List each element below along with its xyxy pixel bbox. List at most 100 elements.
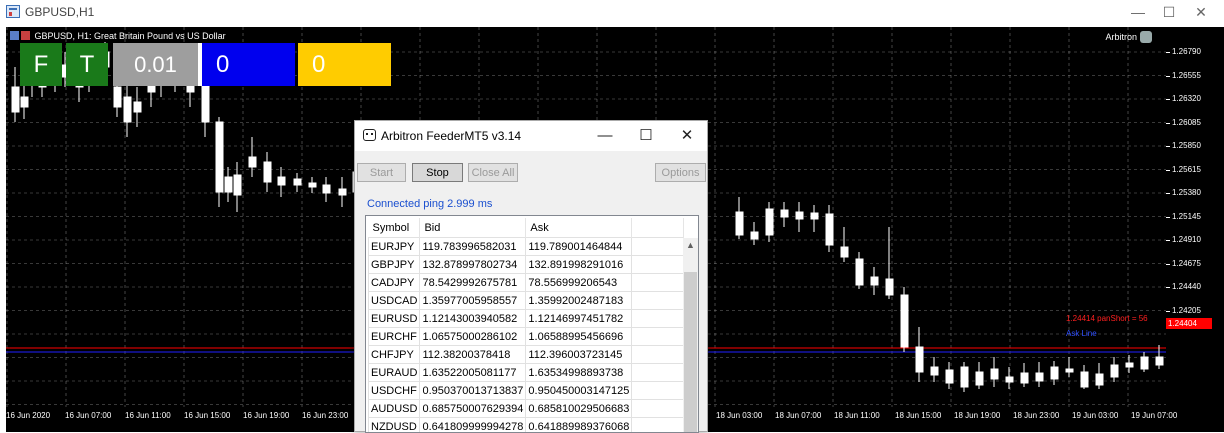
cell-bid: 112.38200378418	[420, 346, 526, 364]
scroll-up-icon[interactable]: ▲	[686, 240, 695, 250]
table-row[interactable]: USDCAD1.359770059585571.35992002487183	[369, 292, 684, 310]
candle-body	[1066, 369, 1073, 372]
column-header-ask[interactable]: Ask	[526, 218, 632, 238]
candle-body	[216, 122, 223, 192]
robot-icon	[363, 129, 376, 141]
time-label: 18 Jun 07:00	[775, 411, 821, 420]
time-label: 18 Jun 11:00	[834, 411, 880, 420]
cell-ask: 1.35992002487183	[526, 292, 632, 310]
cell-ask: 119.789001464844	[526, 238, 632, 256]
time-label: 19 Jun 03:00	[1072, 411, 1118, 420]
price-label: 1.26085	[1172, 118, 1201, 127]
cell-ask: 78.556999206543	[526, 274, 632, 292]
candle-body	[886, 279, 893, 295]
feeder-dialog[interactable]: Arbitron FeederMT5 v3.14 — ☐ ✕ Start Sto…	[354, 120, 708, 432]
table-scrollbar[interactable]: ▲	[683, 238, 698, 433]
candle-body	[976, 372, 983, 385]
candle-body	[1021, 373, 1028, 383]
time-label: 18 Jun 15:00	[895, 411, 941, 420]
cell-empty	[632, 274, 684, 292]
cell-symbol: EURUSD	[369, 310, 420, 328]
cell-empty	[632, 292, 684, 310]
blue-line-label: Ask Line	[1066, 329, 1097, 338]
time-label: 16 Jun 2020	[6, 411, 50, 420]
table-row[interactable]: EURCHF1.065750002861021.06588995456696	[369, 328, 684, 346]
stop-button[interactable]: Stop	[412, 163, 463, 182]
candle-body	[856, 259, 863, 285]
candle-body	[339, 189, 346, 195]
expert-advisor-label[interactable]: Arbitron	[1105, 31, 1152, 43]
dialog-close-button[interactable]: ✕	[677, 126, 697, 146]
price-tick	[1166, 99, 1170, 100]
table-row[interactable]: EURJPY119.783996582031119.789001464844	[369, 238, 684, 256]
cell-ask: 132.891998291016	[526, 256, 632, 274]
cell-empty	[632, 382, 684, 400]
cell-symbol: EURJPY	[369, 238, 420, 256]
blue-counter[interactable]: 0	[202, 43, 295, 86]
candle-body	[134, 102, 141, 112]
yellow-counter[interactable]: 0	[298, 43, 391, 86]
table-row[interactable]: EURUSD1.121430039405821.12146997451782	[369, 310, 684, 328]
cell-ask: 1.63534998893738	[526, 364, 632, 382]
chart-symbol-description: GBPUSD, H1: Great Britain Pound vs US Do…	[35, 31, 226, 41]
price-tick	[1166, 76, 1170, 77]
table-row[interactable]: CHFJPY112.38200378418112.396003723145	[369, 346, 684, 364]
table-row[interactable]: AUDUSD0.6857500076293940.685810029506683	[369, 400, 684, 418]
price-label: 1.24910	[1172, 235, 1201, 244]
column-header-symbol[interactable]: Symbol	[369, 218, 420, 238]
cell-empty	[632, 256, 684, 274]
cell-symbol: USDCHF	[369, 382, 420, 400]
candle-body	[736, 212, 743, 235]
price-tick	[1166, 170, 1170, 171]
candle-body	[1036, 373, 1043, 381]
time-label: 16 Jun 15:00	[184, 411, 230, 420]
window-title: GBPUSD,H1	[25, 5, 94, 19]
close-button[interactable]: ✕	[1189, 3, 1213, 21]
window-titlebar: GBPUSD,H1 — ☐ ✕	[0, 0, 1224, 25]
candle-body	[931, 367, 938, 375]
table-row[interactable]: CADJPY78.542999267578178.556999206543	[369, 274, 684, 292]
dialog-minimize-button[interactable]: —	[595, 126, 615, 146]
candle-body	[294, 179, 301, 185]
t-button[interactable]: T	[66, 43, 108, 86]
candle-body	[781, 210, 788, 217]
candle-body	[1081, 372, 1088, 387]
minimize-button[interactable]: —	[1126, 3, 1150, 21]
candle-body	[991, 369, 998, 379]
table-row[interactable]: USDCHF0.9503700137138370.950450003147125	[369, 382, 684, 400]
candle-body	[225, 177, 232, 192]
cell-symbol: EURCHF	[369, 328, 420, 346]
price-label: 1.26555	[1172, 71, 1201, 80]
cell-bid: 1.35977005958557	[420, 292, 526, 310]
quotes-table[interactable]: Symbol Bid Ask EURJPY119.783996582031119…	[365, 215, 699, 433]
cell-empty	[632, 364, 684, 382]
candle-body	[264, 162, 271, 182]
cell-empty	[632, 418, 684, 433]
table-row[interactable]: NZDUSD0.6418099999942780.641889989376068	[369, 418, 684, 433]
lot-size-field[interactable]: 0.01	[113, 43, 198, 86]
chart-menu-icon[interactable]	[10, 31, 19, 40]
column-header-bid[interactable]: Bid	[420, 218, 526, 238]
scrollbar-thumb[interactable]	[684, 272, 697, 433]
close-all-button[interactable]: Close All	[468, 163, 518, 182]
maximize-button[interactable]: ☐	[1157, 3, 1181, 21]
cell-bid: 0.950370013713837	[420, 382, 526, 400]
candle-body	[124, 97, 131, 122]
robot-icon	[1140, 31, 1152, 43]
cell-ask: 1.06588995456696	[526, 328, 632, 346]
dialog-titlebar[interactable]: Arbitron FeederMT5 v3.14 — ☐ ✕	[355, 121, 707, 151]
price-axis[interactable]: 1.267901.265551.263201.260851.258501.256…	[1166, 27, 1224, 432]
chart-info: GBPUSD, H1: Great Britain Pound vs US Do…	[10, 31, 226, 43]
cell-symbol: CHFJPY	[369, 346, 420, 364]
start-button[interactable]: Start	[357, 163, 406, 182]
table-row[interactable]: GBPJPY132.878997802734132.891998291016	[369, 256, 684, 274]
f-button[interactable]: F	[20, 43, 62, 86]
cell-bid: 132.878997802734	[420, 256, 526, 274]
expert-name: Arbitron	[1105, 32, 1137, 42]
candle-body	[826, 214, 833, 245]
options-button[interactable]: Options	[655, 163, 706, 182]
table-row[interactable]: EURAUD1.635220050811771.63534998893738	[369, 364, 684, 382]
dialog-maximize-button[interactable]: ☐	[636, 126, 656, 146]
cell-bid: 0.641809999994278	[420, 418, 526, 433]
candle-body	[1006, 377, 1013, 382]
